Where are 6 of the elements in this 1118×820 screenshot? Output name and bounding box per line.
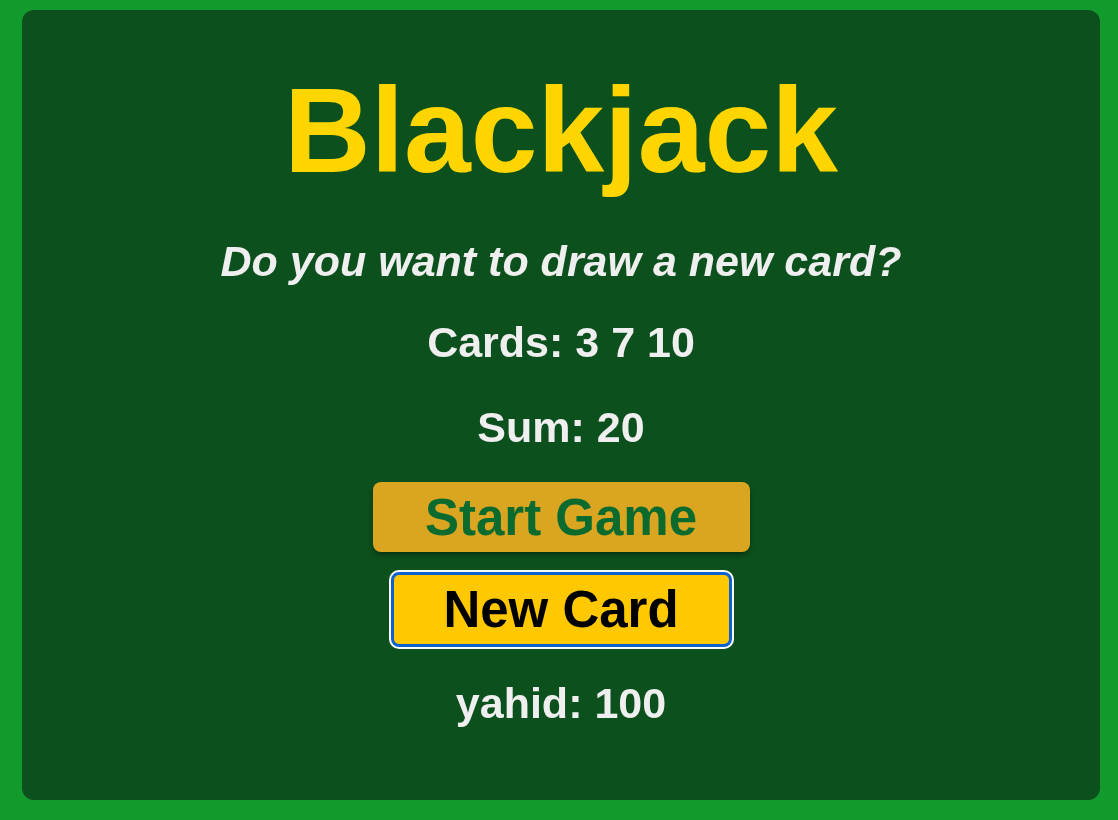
player-chips-text: yahid: 100 <box>455 679 667 729</box>
cards-text: Cards: 3 7 10 <box>427 318 695 368</box>
game-title: Blackjack <box>284 62 838 199</box>
sum-text: Sum: 20 <box>477 402 645 453</box>
prompt-message: Do you want to draw a new card? <box>220 237 902 287</box>
new-card-button[interactable]: New Card <box>390 572 732 648</box>
